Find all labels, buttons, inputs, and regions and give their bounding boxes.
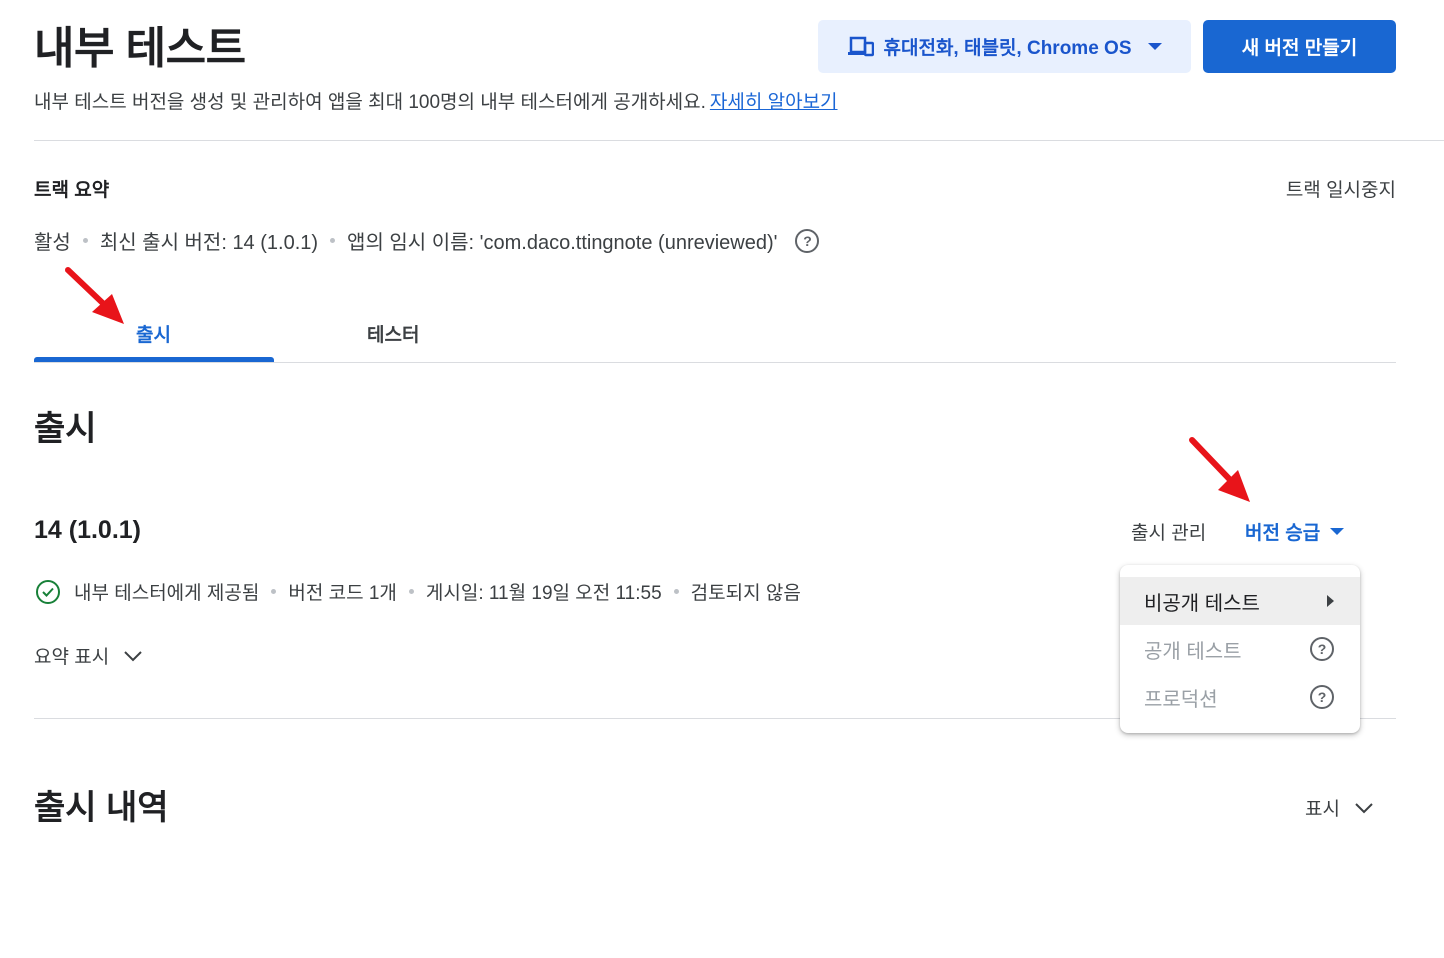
device-selector-button[interactable]: 휴대전화, 태블릿, Chrome OS xyxy=(818,20,1191,73)
menu-item-label: 프로덕션 xyxy=(1144,688,1218,711)
release-version: 14 (1.0.1) xyxy=(34,516,142,544)
track-summary-label: 트랙 요약 xyxy=(34,180,110,201)
show-summary-toggle[interactable]: 요약 표시 xyxy=(34,642,143,669)
header-divider xyxy=(34,140,1444,141)
separator-dot xyxy=(408,589,414,594)
track-meta: 활성 최신 출시 버전: 14 (1.0.1) 앱의 임시 이름: 'com.d… xyxy=(34,226,820,255)
show-history-toggle[interactable]: 표시 xyxy=(1305,794,1374,821)
menu-item-label: 비공개 테스트 xyxy=(1144,592,1260,615)
menu-item-production: 프로덕션 ? xyxy=(1120,673,1360,721)
menu-item-label: 공개 테스트 xyxy=(1144,640,1242,663)
chevron-down-icon xyxy=(1147,43,1162,50)
menu-item-closed-testing[interactable]: 비공개 테스트 xyxy=(1120,577,1360,625)
check-circle-icon xyxy=(36,579,60,604)
separator-dot xyxy=(271,589,277,594)
create-release-button[interactable]: 새 버전 만들기 xyxy=(1203,20,1396,73)
releases-heading: 출시 xyxy=(34,410,97,448)
tabs-divider xyxy=(34,362,1396,363)
help-icon[interactable]: ? xyxy=(1310,685,1334,709)
chevron-down-icon xyxy=(124,650,142,661)
manage-release-button[interactable]: 출시 관리 xyxy=(1131,518,1206,545)
published-date: 게시일: 11월 19일 오전 11:55 xyxy=(425,583,662,604)
separator-dot xyxy=(673,589,679,594)
review-status: 검토되지 않음 xyxy=(690,583,801,604)
devices-icon xyxy=(847,36,874,56)
annotation-arrow-icon xyxy=(65,267,124,324)
release-status: 내부 테스터에게 제공됨 xyxy=(74,583,260,604)
page-title: 내부 테스트 xyxy=(34,24,246,73)
separator-dot xyxy=(82,238,88,243)
chevron-right-icon xyxy=(1327,595,1334,607)
chevron-down-icon xyxy=(1355,802,1373,813)
release-status-row: 내부 테스터에게 제공됨 버전 코드 1개 게시일: 11월 19일 오전 11… xyxy=(36,578,801,605)
help-icon[interactable]: ? xyxy=(795,228,820,253)
track-status: 활성 xyxy=(34,232,71,254)
page-subtitle: 내부 테스트 버전을 생성 및 관리하여 앱을 최대 100명의 내부 테스터에… xyxy=(34,87,838,114)
tab-testers[interactable]: 테스터 xyxy=(367,320,419,347)
subtitle-text: 내부 테스트 버전을 생성 및 관리하여 앱을 최대 100명의 내부 테스터에… xyxy=(34,92,706,113)
show-history-label: 표시 xyxy=(1305,799,1340,820)
app-name: 앱의 임시 이름: 'com.daco.ttingnote (unreviewe… xyxy=(347,232,778,254)
device-selector-label: 휴대전화, 태블릿, Chrome OS xyxy=(883,38,1132,59)
chevron-down-icon xyxy=(1330,528,1345,535)
latest-release: 최신 출시 버전: 14 (1.0.1) xyxy=(99,232,319,254)
help-icon[interactable]: ? xyxy=(1310,637,1334,661)
promote-release-label: 버전 승급 xyxy=(1245,523,1321,544)
menu-item-open-testing: 공개 테스트 ? xyxy=(1120,625,1360,673)
tab-releases[interactable]: 출시 xyxy=(136,320,171,347)
pause-track-button[interactable]: 트랙 일시중지 xyxy=(1286,175,1396,202)
release-history-heading: 출시 내역 xyxy=(34,789,169,827)
version-codes: 버전 코드 1개 xyxy=(288,583,397,604)
promote-release-button[interactable]: 버전 승급 xyxy=(1245,518,1345,545)
promote-menu: 비공개 테스트 공개 테스트 ? 프로덕션 ? xyxy=(1120,565,1360,733)
separator-dot xyxy=(330,238,336,243)
show-summary-label: 요약 표시 xyxy=(34,647,110,668)
learn-more-link[interactable]: 자세히 알아보기 xyxy=(710,92,838,113)
annotation-arrow-icon xyxy=(1189,437,1250,502)
